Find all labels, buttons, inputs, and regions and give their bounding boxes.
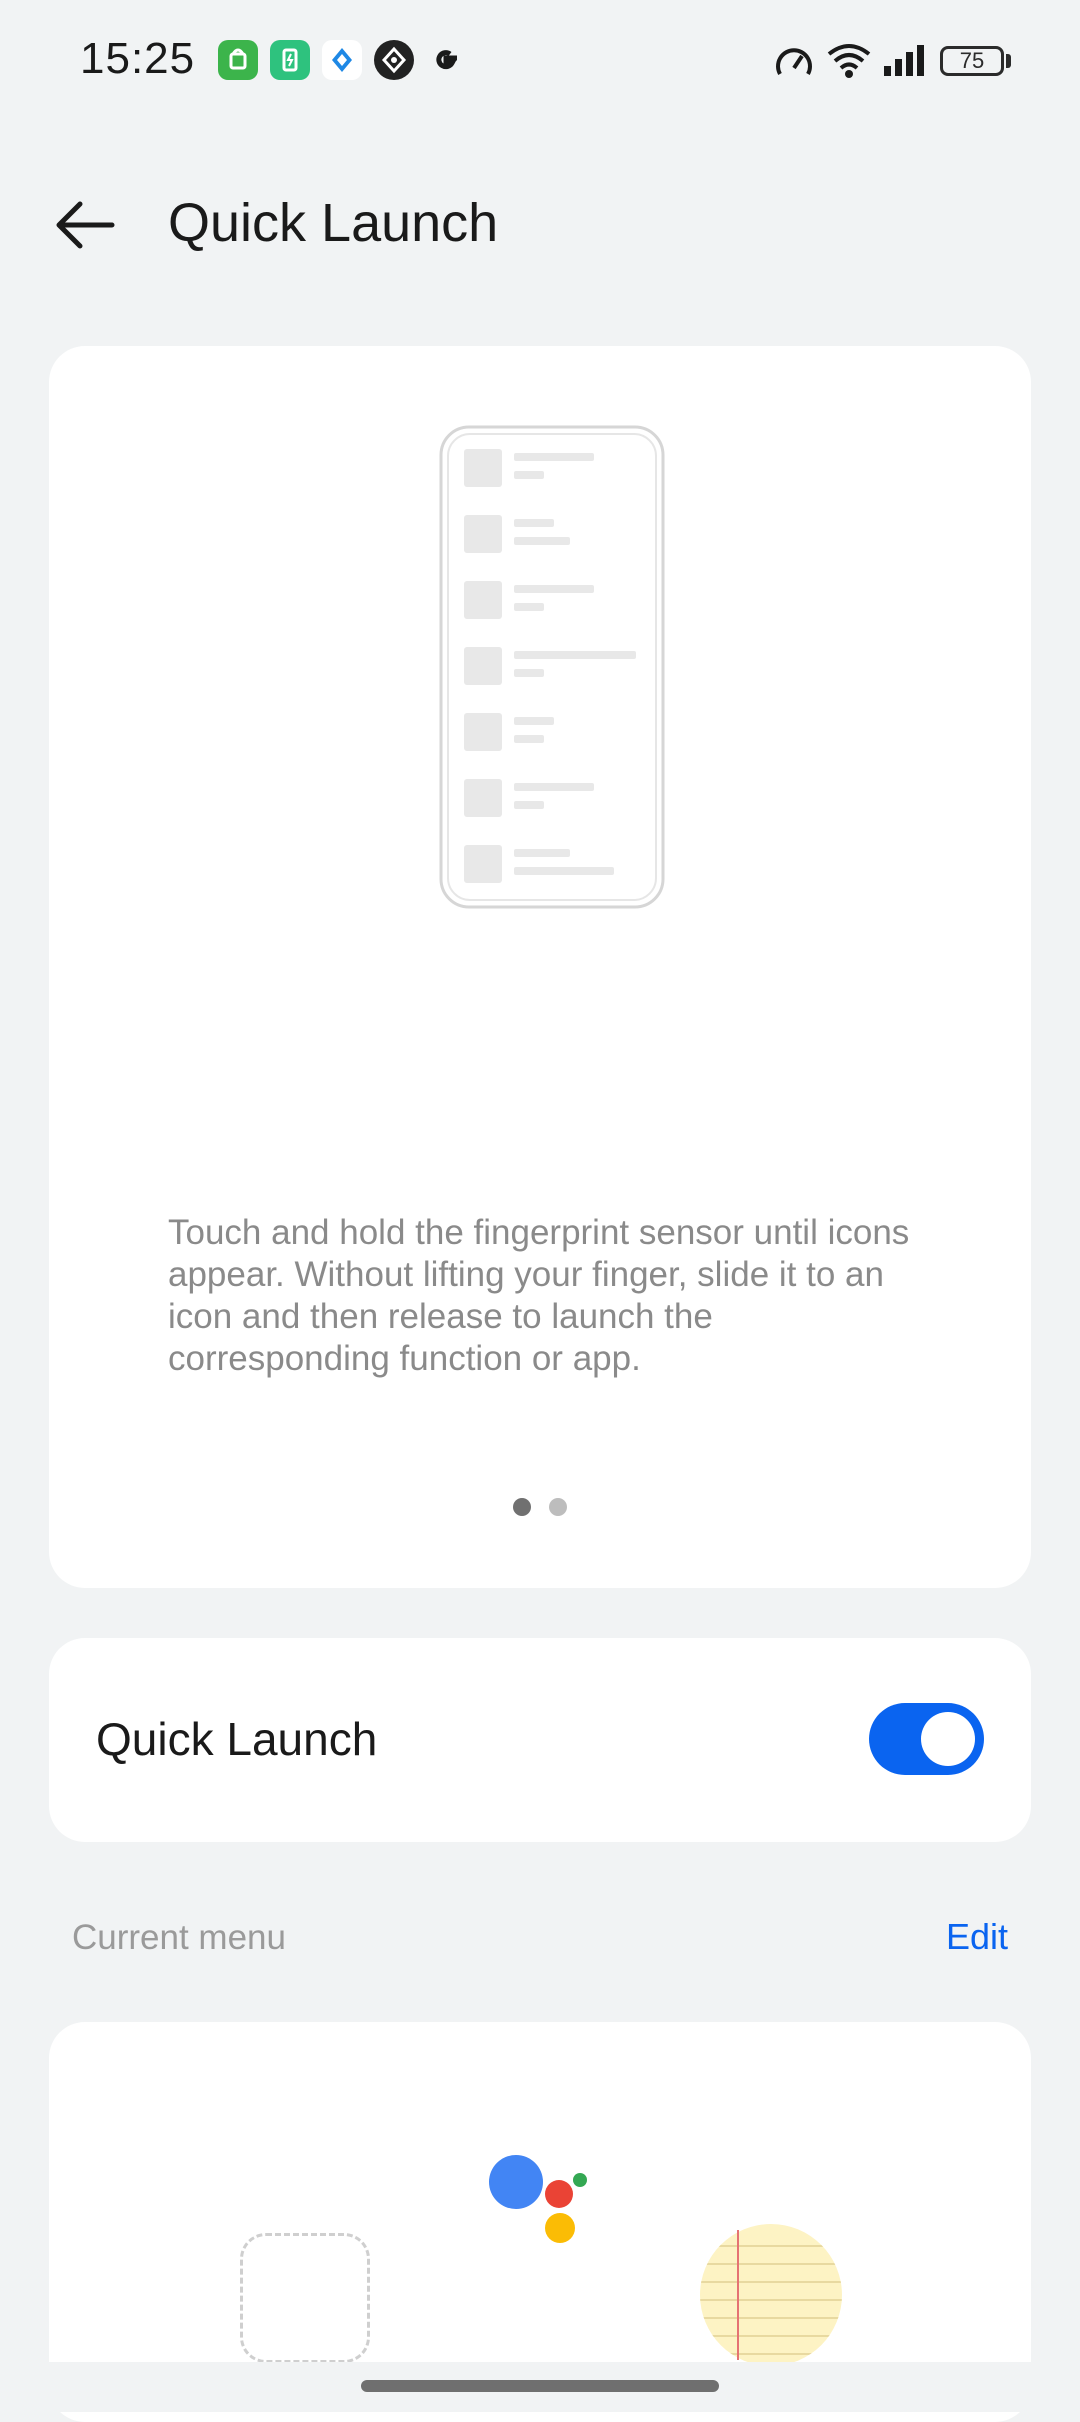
page-indicator-dot-active[interactable] bbox=[513, 1498, 531, 1516]
quick-launch-label: Quick Launch bbox=[96, 1713, 378, 1765]
signal-icon bbox=[884, 45, 924, 76]
edit-button[interactable]: Edit bbox=[946, 1916, 1008, 1958]
battery-icon: 75 bbox=[940, 46, 1004, 76]
quick-launch-switch[interactable] bbox=[869, 1703, 984, 1775]
compass-app-icon bbox=[374, 40, 414, 80]
google-icon bbox=[426, 40, 466, 80]
page-indicator-dot[interactable] bbox=[549, 1498, 567, 1516]
status-time: 15:25 bbox=[80, 34, 196, 83]
back-button[interactable] bbox=[50, 190, 120, 260]
status-bar: 15:25 75 bbox=[0, 0, 1080, 120]
page-title: Quick Launch bbox=[168, 193, 499, 253]
gesture-nav-handle[interactable] bbox=[361, 2380, 719, 2392]
battery-cap bbox=[1006, 54, 1011, 68]
phone-illustration bbox=[439, 425, 665, 909]
intro-description: Touch and hold the fingerprint sensor un… bbox=[168, 1213, 910, 1378]
speed-meter-icon bbox=[776, 48, 812, 75]
empty-slot[interactable] bbox=[240, 2233, 370, 2363]
google-assistant-icon[interactable] bbox=[486, 2152, 590, 2244]
arrow-left-icon bbox=[56, 201, 115, 249]
app-store-icon bbox=[218, 40, 258, 80]
switch-knob bbox=[921, 1712, 975, 1766]
blue-app-icon bbox=[322, 40, 362, 80]
current-menu-label: Current menu bbox=[72, 1918, 286, 1957]
wifi-icon bbox=[827, 44, 871, 78]
notes-icon[interactable] bbox=[700, 2224, 842, 2366]
battery-saver-icon bbox=[270, 40, 310, 80]
